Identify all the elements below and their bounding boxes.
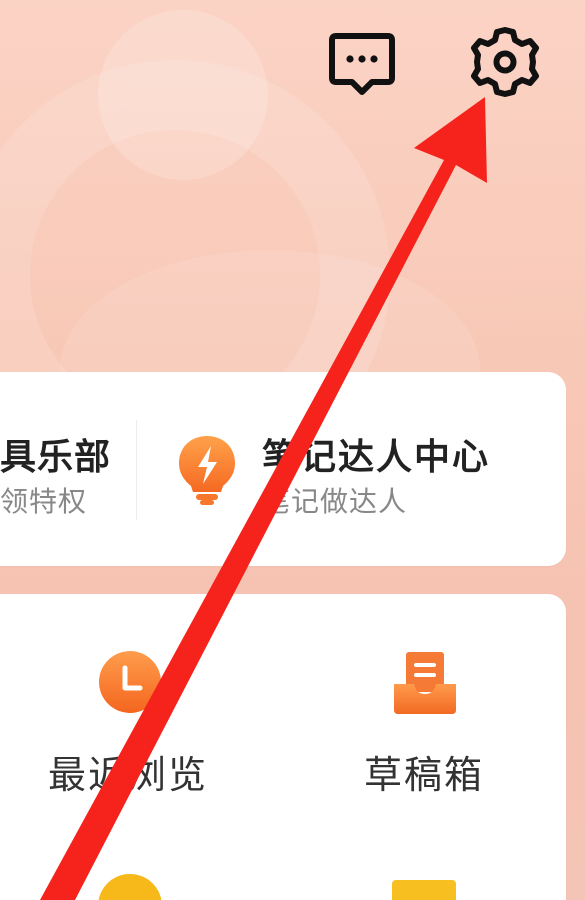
club-title[interactable]: 具乐部 (0, 428, 111, 480)
gear-icon (471, 27, 539, 97)
profile-screen: 具乐部 领特权 笔记达人中心 笔记做达人 最近浏览 草稿箱 Baidu经验 ji… (0, 0, 585, 900)
chat-bubble-icon (329, 33, 395, 95)
messages-button[interactable] (326, 26, 398, 98)
partial-icon[interactable] (392, 880, 456, 900)
decorative-circle (98, 10, 268, 180)
watermark-url: jingyan.baidu.com (456, 876, 558, 889)
expert-center-title[interactable]: 笔记达人中心 (262, 428, 490, 480)
watermark-text: Baidu经验 (448, 852, 563, 877)
recent-browsing-label[interactable]: 最近浏览 (48, 744, 208, 799)
clock-icon[interactable] (98, 650, 162, 714)
draft-box-icon[interactable] (392, 650, 458, 716)
drafts-label[interactable]: 草稿箱 (364, 744, 484, 799)
expert-center-subtitle: 笔记做达人 (262, 485, 408, 518)
baidu-watermark: Baidu经验 jingyan.baidu.com (448, 844, 578, 894)
settings-button[interactable] (466, 26, 544, 98)
lightbulb-icon[interactable] (176, 434, 238, 506)
card-divider (136, 420, 137, 520)
club-subtitle: 领特权 (0, 485, 88, 518)
